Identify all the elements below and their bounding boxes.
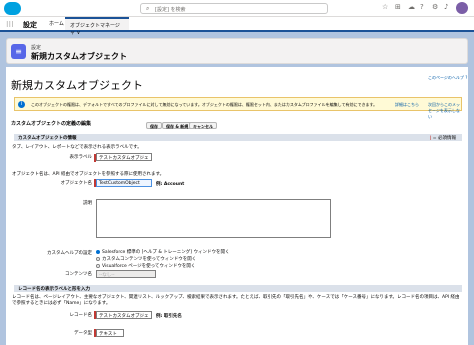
- nav-bar: ⁝⁝⁝ 設定 ホーム オブジェクトマネージャ ∨: [0, 17, 474, 36]
- header-title: 新規カスタムオブジェクト: [31, 52, 127, 61]
- radio-icon: [96, 256, 100, 261]
- radio-selected-icon: [96, 249, 100, 254]
- search-icon: ⌕: [146, 5, 150, 12]
- salesforce-logo[interactable]: [4, 2, 21, 15]
- radio-visualforce[interactable]: Visualforce ページを使ってウィンドウを開く: [96, 263, 195, 269]
- bell-icon[interactable]: ♪: [444, 3, 448, 11]
- cloud-icon[interactable]: ☁: [408, 3, 415, 11]
- help-icon[interactable]: ?: [420, 3, 424, 11]
- help-setting-label: カスタムヘルプの設定: [47, 251, 92, 256]
- breadcrumb[interactable]: 設定: [31, 44, 41, 51]
- app-launcher-icon[interactable]: ⁝⁝⁝: [6, 20, 14, 29]
- radio-option-label: Visualforce ページを使ってウィンドウを開く: [102, 264, 196, 269]
- avatar[interactable]: [456, 2, 468, 14]
- section-title: カスタムオブジェクトの情報: [18, 136, 77, 141]
- info-icon: i: [18, 101, 25, 108]
- dismiss-link[interactable]: 次回からこのメッセージを表示しない: [428, 102, 461, 120]
- add-icon[interactable]: ⊞: [395, 3, 401, 11]
- section-record-name: レコード名の表示ラベルと形を入力: [14, 285, 462, 292]
- info-banner: i このオブジェクトの権限は、デフォルトですべてのプロファイルに対して無効になっ…: [14, 97, 462, 119]
- api-description: オブジェクト名は、API 経由でオブジェクトを参照する際に使用されます。: [12, 172, 165, 177]
- save-new-button[interactable]: 保存 & 新規: [162, 122, 193, 129]
- required-marker: |: [429, 136, 432, 141]
- content-name-select[interactable]: --なし--: [96, 270, 156, 278]
- star-icon[interactable]: ☆: [382, 3, 388, 11]
- radio-option-label: Salesforce 標準の [ヘルプ & トレーニング] ウィンドウを開く: [102, 250, 230, 255]
- name-example: 例: Account: [156, 182, 185, 187]
- radio-option-label: カスタムコンテンツを使ってウィンドウを開く: [102, 257, 197, 262]
- info-text: このオブジェクトの権限は、デフォルトですべてのプロファイルに対して無効になってい…: [31, 102, 378, 107]
- description-label: 説明: [83, 201, 92, 206]
- required-legend: | = 必須情報: [430, 135, 456, 141]
- main-content: 新規カスタムオブジェクト このページのヘルプ ? i このオブジェクトの権限は、…: [6, 67, 468, 345]
- name-field-label: オブジェクト名: [60, 181, 93, 186]
- radio-custom-content[interactable]: カスタムコンテンツを使ってウィンドウを開く: [96, 256, 196, 262]
- section-object-info: カスタムオブジェクトの情報 | = 必須情報: [14, 134, 462, 141]
- help-link[interactable]: このページのヘルプ ?: [428, 75, 467, 81]
- label-description: タブ、レイアウト、レポートなどで表示される表示ラベルです。: [12, 145, 142, 150]
- record-description: レコード名は、ページレイアウト、主要なオブジェクト、関連リスト、ルックアップ、検…: [12, 295, 460, 306]
- page-title: 新規カスタムオブジェクト: [11, 79, 143, 92]
- record-name-input[interactable]: テストカスタムオブジェ: [96, 311, 152, 319]
- save-button[interactable]: 保存: [146, 122, 162, 129]
- required-legend-text: = 必須情報: [432, 136, 456, 141]
- app-name: 設定: [23, 21, 37, 29]
- radio-icon: [96, 263, 100, 268]
- record-name-example: 例: 取引先名: [156, 314, 182, 319]
- search-placeholder: [設定] を検索: [155, 7, 186, 13]
- label-field-label: 表示ラベル: [69, 155, 93, 160]
- global-header: ⌕ [設定] を検索 ☆ ⊞ ☁ ? ⚙ ♪: [0, 0, 474, 17]
- gear-icon[interactable]: ⚙: [432, 3, 438, 11]
- record-name-label: レコード名: [69, 313, 93, 318]
- cancel-button[interactable]: キャンセル: [189, 122, 217, 129]
- section-title: レコード名の表示ラベルと形を入力: [18, 287, 90, 292]
- radio-standard-help[interactable]: Salesforce 標準の [ヘルプ & トレーニング] ウィンドウを開く: [96, 249, 229, 255]
- content-name-label: コンテンツ名: [65, 272, 92, 277]
- data-type-select[interactable]: テキスト: [96, 329, 124, 337]
- search-input[interactable]: ⌕ [設定] を検索: [140, 3, 328, 14]
- tab-object-manager[interactable]: オブジェクトマネージャ ∨: [65, 17, 129, 36]
- label-input[interactable]: テストカスタムオブジェ: [96, 153, 152, 161]
- object-name-input[interactable]: TestCustomObject: [96, 179, 152, 187]
- description-textarea[interactable]: [96, 199, 331, 238]
- learn-more-link[interactable]: 詳細はこちら: [395, 102, 419, 108]
- layers-icon: ≡: [11, 44, 26, 59]
- page-header: ≡ 設定 新規カスタムオブジェクト: [6, 38, 468, 64]
- edit-heading: カスタムオブジェクトの定義の編集: [11, 121, 92, 127]
- data-type-label: データ型: [74, 331, 92, 336]
